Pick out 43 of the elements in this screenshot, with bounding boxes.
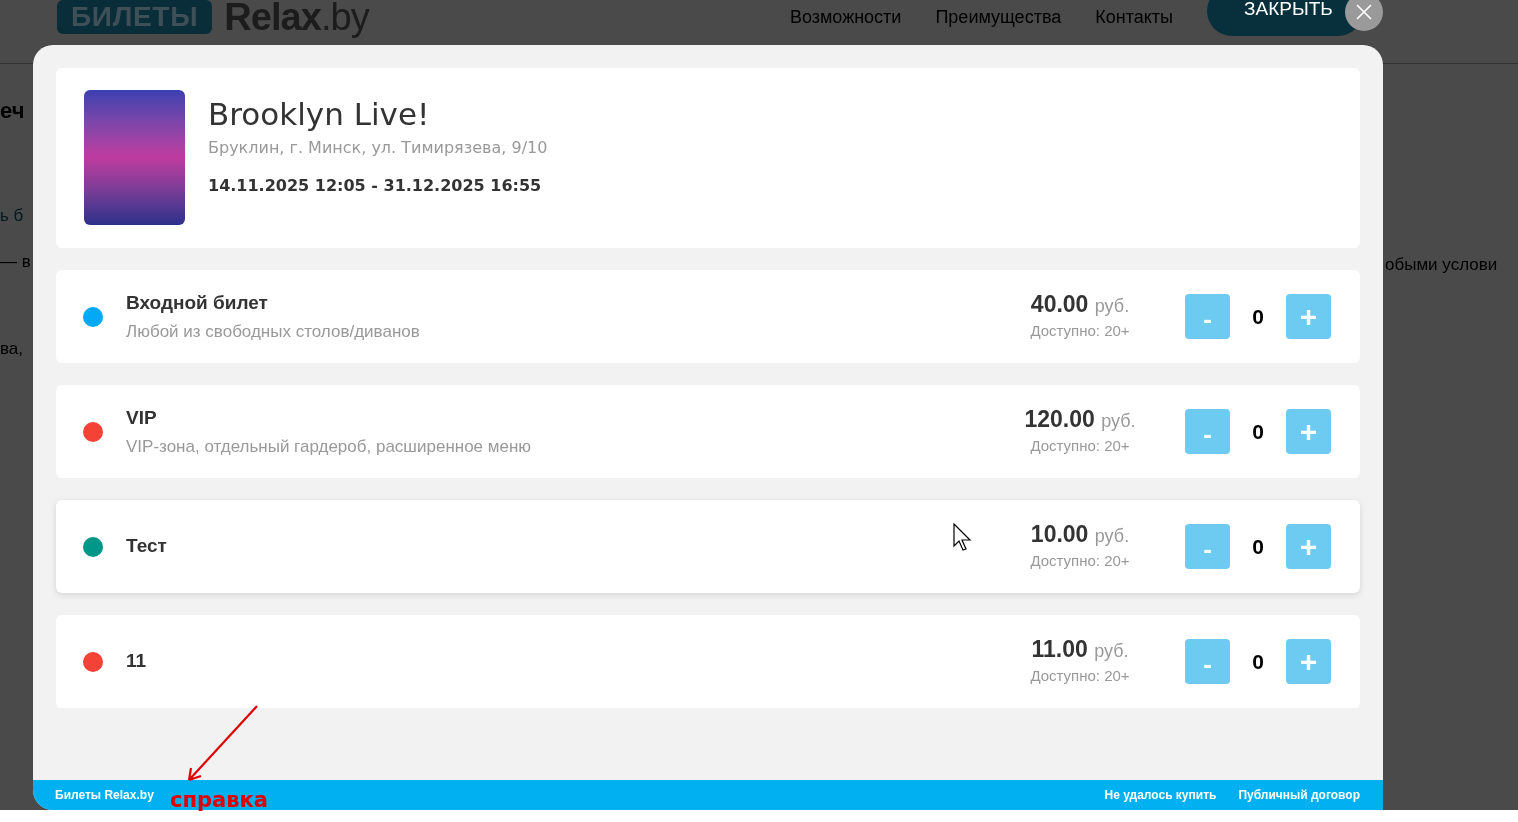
nav-link[interactable]: Преимущества xyxy=(935,4,1062,31)
background-text: — в xyxy=(0,250,31,273)
decrease-button[interactable]: - xyxy=(1185,409,1230,454)
quantity-value: 0 xyxy=(1251,533,1265,560)
ticket-name: Входной билет xyxy=(126,290,268,315)
event-dates: 14.11.2025 12:05 - 31.12.2025 16:55 xyxy=(208,175,543,197)
background-text: ва, xyxy=(0,338,24,360)
decrease-button[interactable]: - xyxy=(1185,639,1230,684)
ticket-price: 11.00 руб. xyxy=(1031,635,1129,665)
background-text: еч xyxy=(0,97,25,125)
ticket-price: 120.00 руб. xyxy=(1024,405,1136,435)
increase-button[interactable]: + xyxy=(1286,639,1331,684)
background-text: ь б xyxy=(0,205,24,227)
footer-brand[interactable]: Билеты Relax.by xyxy=(55,786,154,804)
quantity-value: 0 xyxy=(1251,648,1265,675)
increase-button[interactable]: + xyxy=(1286,409,1331,454)
availability-text: Доступно: 20+ xyxy=(1030,321,1130,342)
nav-link[interactable]: Контакты xyxy=(1095,4,1173,31)
quantity-value: 0 xyxy=(1251,418,1265,445)
quantity-value: 0 xyxy=(1251,303,1265,330)
availability-text: Доступно: 20+ xyxy=(1030,551,1130,572)
footer-link[interactable]: Публичный договор xyxy=(1238,786,1360,804)
close-dialog[interactable]: ЗАКРЫТЬ xyxy=(1244,0,1383,31)
decrease-button[interactable]: - xyxy=(1185,524,1230,569)
event-venue: Бруклин, г. Минск, ул. Тимирязева, 9/10 xyxy=(208,137,548,159)
background-text: обыми услови xyxy=(1385,254,1498,276)
ticket-price: 40.00 руб. xyxy=(1030,290,1130,320)
ticket-name: 11 xyxy=(126,649,147,674)
ticket-description: Любой из свободных столов/диванов xyxy=(126,321,420,343)
availability-text: Доступно: 20+ xyxy=(1030,666,1130,687)
increase-button[interactable]: + xyxy=(1286,294,1331,339)
availability-text: Доступно: 20+ xyxy=(1030,436,1130,457)
annotation-label: справка xyxy=(170,787,268,814)
increase-button[interactable]: + xyxy=(1286,524,1331,569)
footer-link[interactable]: Не удалось купить xyxy=(1104,786,1217,804)
ticket-name: Тест xyxy=(126,534,167,559)
ticket-price: 10.00 руб. xyxy=(1030,520,1130,550)
mouse-cursor-icon xyxy=(953,523,972,551)
nav-link[interactable]: Возможности xyxy=(789,4,902,31)
event-title: Brooklyn Live! xyxy=(208,95,431,134)
ticket-name: VIP xyxy=(126,405,157,430)
ticket-description: VIP-зона, отдельный гардероб, расширенное меню xyxy=(126,436,532,458)
decrease-button[interactable]: - xyxy=(1185,294,1230,339)
